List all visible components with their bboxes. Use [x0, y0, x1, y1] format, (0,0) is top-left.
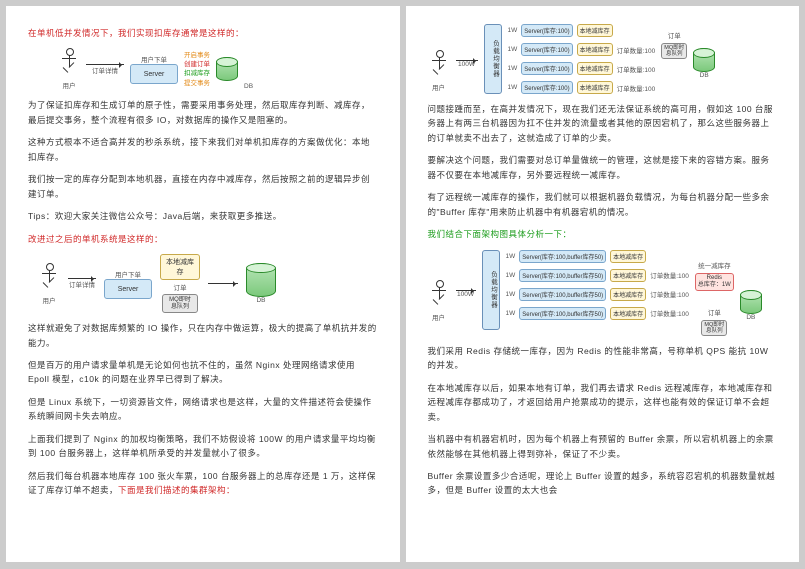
p7: 这样就避免了对数据库频繁的 IO 操作，只在内存中做运算，极大的提高了单机抗并发… [28, 321, 378, 350]
db-icon-4 [740, 290, 762, 314]
server-row: 1W Server(库存:100,buffer库存50) 本地减库存 订单数量:… [506, 307, 689, 320]
server-row: 1W Server(库存:100) 本地减库存 订单数量:100 [508, 81, 656, 94]
p4: 我们按一定的库存分配到本地机器，直接在内存中减库存，然后按照之前的逻辑异步创建订… [28, 172, 378, 201]
p2-3: 有了远程统一减库存的操作，我们就可以根据机器负载情况，为每台机器分配一些多余的"… [428, 190, 778, 219]
redis-box: Redis总库存：1W [695, 273, 734, 291]
user-icon [58, 48, 80, 78]
page-1: 在单机低并发情况下，我们实现扣库存通常是这样的： 用户 订单详情 用户下单 Se… [6, 6, 400, 562]
user-label: 用户 [58, 80, 80, 90]
p2-7: 当机器中有机器宕机时，因为每个机器上有预留的 Buffer 余票，所以宕机机器上… [428, 432, 778, 461]
p2-4: 我们结合下面架构图具体分析一下： [428, 227, 778, 241]
server-row: 1W Server(库存:100) 本地减库存 订单数量:100 [508, 62, 656, 75]
mq-box-2: MQ即时息队列 [661, 43, 687, 59]
page-2: 用户 100W 负载均衡器 1W Server(库存:100) 本地减库存 1W… [406, 6, 800, 562]
user-icon-2 [38, 263, 60, 293]
remote-dec-label: 统一减库存 [698, 260, 731, 270]
p2: 为了保证扣库存和生成订单的原子性，需要采用事务处理，然后取库存判断、减库存，最后… [28, 98, 378, 127]
db-icon-2 [246, 263, 276, 297]
p9: 但是 Linux 系统下，一切资源皆文件，网络请求也是这样，大量的文件描述符会使… [28, 395, 378, 424]
p6: 改进过之后的单机系统是这样的： [28, 232, 378, 246]
p5: Tips：欢迎大家关注微信公众号：Java后端，来获取更多推送。 [28, 209, 378, 223]
p2-8: Buffer 余票设置多少合适呢，理论上 Buffer 设置的越多，系统容忍宕机… [428, 469, 778, 498]
db-label: DB [244, 83, 253, 90]
p2-5: 我们采用 Redis 存储统一库存，因为 Redis 的性能非常高，号称单机 Q… [428, 344, 778, 373]
diagram-cluster: 用户 100W 负载均衡器 1W Server(库存:100) 本地减库存 1W… [428, 24, 778, 94]
p8: 但是百万的用户请求量单机是无论如何也抗不住的，虽然 Nginx 处理网络请求使用… [28, 358, 378, 387]
server-row: 1W Server(库存:100,buffer库存50) 本地减库存 [506, 250, 689, 263]
db-icon [216, 57, 238, 81]
diagram-local-stock: 用户 订单详情 用户下单 Server 本地减库存 订单 MQ即时息队列 DB [38, 254, 378, 313]
mq-box-3: MQ即时息队列 [701, 320, 727, 336]
p3: 这种方式根本不适合高并发的秒杀系统，接下来我们对单机扣库存的方案做优化：本地扣库… [28, 135, 378, 164]
diagram-single-tx: 用户 订单详情 用户下单 Server 开启事务 创建订单 扣减库存 提交事务 … [58, 48, 378, 90]
server-box: Server [130, 64, 178, 84]
p11: 然后我们每台机器本地库存 100 张火车票，100 台服务器上的总库存还是 1 … [28, 469, 378, 498]
server-row: 1W Server(库存:100) 本地减库存 [508, 24, 656, 37]
diagram-cluster-redis: 用户 100W 负载均衡器 1W Server(库存:100,buffer库存5… [428, 250, 778, 336]
user-sub: 用户下单 [130, 54, 178, 64]
user-icon-3 [428, 50, 450, 80]
db-icon-3 [693, 48, 715, 72]
p2-6: 在本地减库存以后，如果本地有订单，我们再去请求 Redis 远程减库存，本地减库… [428, 381, 778, 424]
load-balancer-2: 负载均衡器 [482, 250, 500, 330]
user-icon-4 [428, 280, 450, 310]
p2-1: 问题接踵而至，在高并发情况下，现在我们还无法保证系统的高可用，假如这 100 台… [428, 102, 778, 145]
order-detail-label: 订单详情 [92, 65, 118, 75]
p1-intro: 在单机低并发情况下，我们实现扣库存通常是这样的： [28, 26, 378, 40]
local-stock-box: 本地减库存 [160, 254, 200, 280]
server-row: 1W Server(库存:100) 本地减库存 订单数量:100 [508, 43, 656, 56]
p2-2: 要解决这个问题，我们需要对总订单量做统一的管理，这就是接下来的容错方案。服务器不… [428, 153, 778, 182]
tx-labels: 开启事务 创建订单 扣减库存 提交事务 [184, 51, 210, 87]
server-box-2: Server [104, 279, 152, 299]
load-balancer: 负载均衡器 [484, 24, 502, 94]
p10: 上面我们提到了 Nginx 的加权均衡策略，我们不妨假设将 100W 的用户请求… [28, 432, 378, 461]
server-row: 1W Server(库存:100,buffer库存50) 本地减库存 订单数量:… [506, 288, 689, 301]
server-row: 1W Server(库存:100,buffer库存50) 本地减库存 订单数量:… [506, 269, 689, 282]
mq-box: MQ即时息队列 [162, 294, 198, 313]
